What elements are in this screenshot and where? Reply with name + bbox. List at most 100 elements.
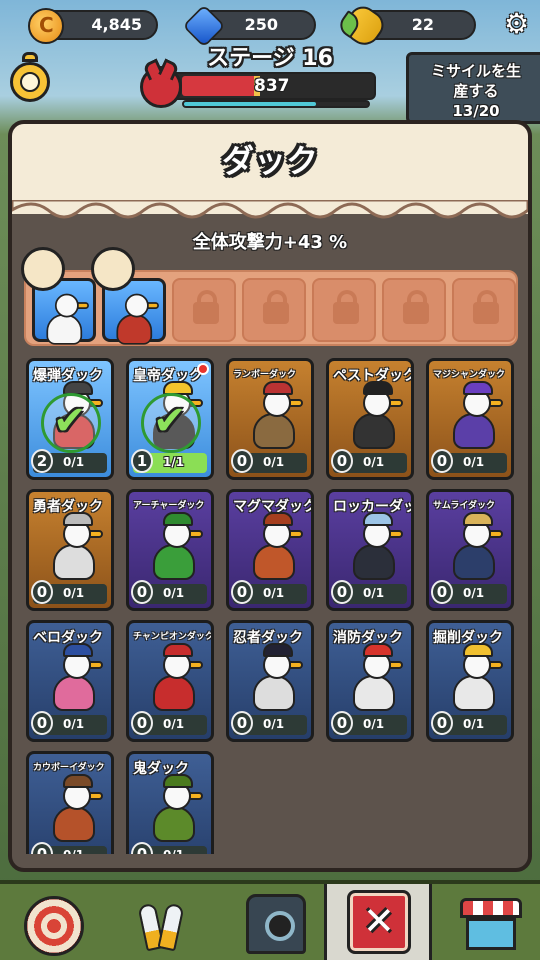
duck-card[interactable]: 勇者ダック 0 0/1 — [26, 489, 114, 611]
duck-count: 0/1 — [63, 717, 85, 731]
duck-level: 0 — [31, 842, 53, 854]
corn-value: 22 — [411, 15, 434, 34]
duck-count: 0/1 — [63, 586, 85, 600]
team-slot-3 — [172, 278, 236, 342]
nav-shop[interactable] — [432, 884, 540, 960]
close-icon[interactable] — [347, 890, 411, 954]
duck-level: 0 — [331, 711, 353, 735]
duck-level: 0 — [231, 580, 253, 604]
panel-title: ダック — [221, 142, 318, 180]
duck-card-name: アーチャーダック — [133, 501, 205, 511]
duck-card-progress: 0 0/1 — [31, 842, 107, 854]
duck-level: 0 — [231, 449, 253, 473]
duck-count: 0/1 — [463, 455, 485, 469]
stage-title: ステージ 16 — [207, 46, 333, 71]
duck-level: 0 — [331, 580, 353, 604]
header-scallop-edge — [12, 200, 528, 219]
team-slot-1[interactable] — [21, 247, 96, 345]
duck-portrait — [51, 774, 103, 844]
duck-level: 0 — [31, 711, 53, 735]
duck-card[interactable]: チャンピオンダック 0 0/1 — [126, 620, 214, 742]
duck-card[interactable]: アーチャーダック 0 0/1 — [126, 489, 214, 611]
duck-count: 0/1 — [163, 586, 185, 600]
new-badge-dot — [197, 363, 209, 375]
boss-hp-value: 837 — [254, 76, 290, 96]
duck-card-progress: 0 0/1 — [431, 580, 507, 604]
duck-count: 0/1 — [163, 717, 185, 731]
target-icon — [24, 896, 84, 956]
duck-card-name: チャンピオンダック — [133, 632, 214, 642]
duck-level: 0 — [231, 711, 253, 735]
duck-level: 2 — [31, 449, 53, 473]
duck-card[interactable]: 爆弾ダック20/1 — [26, 358, 114, 480]
nav-bullets[interactable] — [108, 884, 216, 960]
duck-card-name: サムライダック — [433, 501, 496, 511]
duck-count: 0/1 — [363, 586, 385, 600]
duck-card-progress: 0 0/1 — [131, 580, 207, 604]
duck-card-progress: 0 0/1 — [431, 711, 507, 735]
team-slot-2[interactable] — [91, 247, 166, 345]
duck-card[interactable]: ロッカーダック00/1 — [326, 489, 414, 611]
lock-icon — [333, 290, 359, 324]
duck-portrait — [351, 643, 403, 713]
shop-icon — [460, 898, 522, 952]
duck-card[interactable]: ペストダック 0 0/1 — [326, 358, 414, 480]
duck-card-progress: 0 0/1 — [231, 449, 307, 473]
duck-card-progress: 0 0/1 — [331, 711, 407, 735]
bullets-icon — [137, 896, 186, 956]
owned-check-icon — [41, 393, 101, 453]
nav-target[interactable] — [0, 884, 108, 960]
duck-card[interactable]: 消防ダック 0 0/1 — [326, 620, 414, 742]
bottom-nav — [0, 880, 540, 960]
duck-count: 0/1 — [363, 717, 385, 731]
team-slot-4 — [242, 278, 306, 342]
produce-missile-button[interactable]: ミサイルを生 産する 13/20 — [406, 52, 540, 124]
nav-close[interactable] — [324, 884, 432, 960]
duck-card-progress: 0 0/1 — [31, 580, 107, 604]
clock-icon[interactable] — [8, 52, 52, 104]
duck-portrait — [451, 643, 503, 713]
duck-level: 1 — [131, 449, 153, 473]
lock-icon — [403, 290, 429, 324]
duck-card-name: ランボーダック — [233, 370, 297, 380]
duck-portrait — [251, 643, 303, 713]
duck-card[interactable]: サムライダック 0 0/1 — [426, 489, 514, 611]
duck-card[interactable]: ベロダック 0 0/1 — [26, 620, 114, 742]
duck-portrait — [351, 512, 403, 582]
coin-value: 4,845 — [91, 15, 142, 34]
duck-card-name: マジシャンダック — [433, 370, 506, 380]
duck-card[interactable]: マジシャンダック 0 0/1 — [426, 358, 514, 480]
wave-progress-bar — [182, 100, 370, 108]
duck-card[interactable]: ランボーダック 0 0/1 — [226, 358, 314, 480]
coin-counter: 4,845 — [28, 8, 158, 44]
duck-card[interactable]: 皇帝ダック11/1 — [126, 358, 214, 480]
duck-count: 0/1 — [263, 586, 285, 600]
duck-card-progress: 2 0/1 — [31, 449, 107, 473]
duck-panel: ダック 全体攻撃力+43 % 爆弾ダック20/1皇帝ダック11/1ランボーダック… — [8, 120, 532, 872]
duck-portrait — [251, 381, 303, 451]
duck-portrait — [451, 512, 503, 582]
gem-value: 250 — [244, 15, 278, 34]
missile-progress: 13/20 — [452, 102, 500, 120]
settings-gear-icon[interactable]: ⚙ — [504, 10, 532, 38]
duck-level: 0 — [131, 711, 153, 735]
duck-portrait — [151, 643, 203, 713]
duck-card-name: カウボーイダック — [33, 763, 105, 773]
nav-safe[interactable] — [216, 884, 324, 960]
team-slot-6 — [382, 278, 446, 342]
duck-card[interactable]: 鬼ダック00/1 — [126, 751, 214, 854]
duck-card[interactable]: カウボーイダック 0 0/1 — [26, 751, 114, 854]
duck-card-progress: 0 0/1 — [431, 449, 507, 473]
duck-level: 0 — [431, 449, 453, 473]
duck-count: 0/1 — [63, 455, 85, 469]
team-slots — [21, 247, 518, 346]
duck-card[interactable]: 忍者ダック 0 0/1 — [226, 620, 314, 742]
duck-card-progress: 0 0/1 — [131, 842, 207, 854]
duck-card-progress: 0 0/1 — [331, 449, 407, 473]
team-slot-7 — [452, 278, 516, 342]
missile-label-line1: ミサイルを生 — [430, 62, 521, 80]
duck-card[interactable]: 掘削ダック 0 0/1 — [426, 620, 514, 742]
duck-card-grid: 爆弾ダック20/1皇帝ダック11/1ランボーダック00/1ペストダック00/1マ… — [24, 358, 524, 854]
duck-card[interactable]: マグマダック 0 0/1 — [226, 489, 314, 611]
duck-count: 0/1 — [363, 455, 385, 469]
